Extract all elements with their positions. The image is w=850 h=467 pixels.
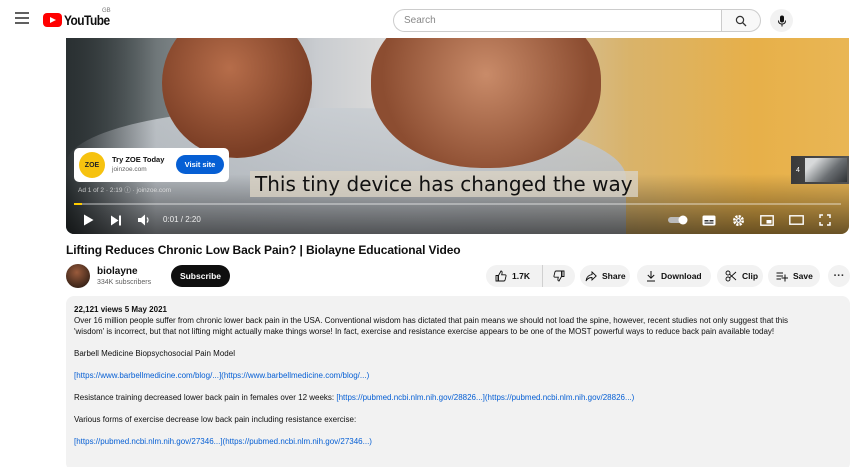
description-link-3: [https://pubmed.ncbi.nlm.nih.gov/27346..…: [74, 436, 842, 447]
download-icon: [647, 271, 655, 282]
next-button[interactable]: [108, 212, 124, 228]
pubmed-link-28826[interactable]: [https://pubmed.ncbi.nlm.nih.gov/28826..…: [336, 393, 634, 402]
ad-text: Try ZOE Today joinzoe.com: [112, 155, 164, 175]
search-button[interactable]: [721, 9, 761, 32]
like-count: 1.7K: [512, 271, 530, 281]
visit-site-button[interactable]: Visit site: [176, 155, 224, 174]
ad-info[interactable]: Ad 1 of 2 · 2:19 ⓘ · joinzoe.com: [78, 184, 171, 194]
save-label: Save: [793, 271, 813, 281]
skip-countdown: 4: [796, 166, 800, 174]
region-code: GB: [102, 8, 111, 14]
barbell-medicine-link[interactable]: [https://www.barbellmedicine.com/blog/..…: [74, 371, 369, 380]
hamburger-menu-icon[interactable]: [15, 12, 29, 24]
search-input[interactable]: [393, 9, 721, 32]
miniplayer-button[interactable]: [758, 212, 776, 228]
gear-icon: [732, 214, 744, 226]
progress-bar[interactable]: [74, 203, 841, 205]
theater-mode-icon: [788, 215, 804, 225]
download-label: Download: [661, 271, 702, 281]
like-button[interactable]: 1.7K: [486, 265, 543, 287]
description-item-2-text: Resistance training decreased lower back…: [74, 393, 337, 402]
fullscreen-button[interactable]: [816, 212, 834, 228]
save-button[interactable]: Save: [768, 265, 820, 287]
scissors-icon: [725, 270, 737, 282]
subtitles-icon: [702, 215, 716, 225]
share-label: Share: [602, 271, 626, 281]
next-video-thumbnail: [804, 158, 847, 182]
play-icon: [83, 214, 93, 226]
logo-text: YouTube: [64, 12, 110, 28]
search-bar: [393, 9, 761, 32]
description-text-2: 'wisdom' is incorrect, but that not lift…: [74, 327, 775, 336]
video-player[interactable]: ZOE Try ZOE Today joinzoe.com Visit site…: [66, 38, 849, 234]
playlist-add-icon: [776, 272, 788, 281]
autoplay-toggle[interactable]: [666, 212, 690, 228]
player-controls: 0:01 / 2:20: [66, 209, 849, 231]
description-link-1: [https://www.barbellmedicine.com/blog/..…: [74, 370, 842, 381]
thumbs-up-icon: [495, 270, 507, 282]
ad-domain: joinzoe.com: [112, 166, 147, 173]
clip-label: Clip: [742, 271, 759, 281]
play-button[interactable]: [80, 212, 96, 228]
share-icon: [585, 270, 597, 281]
microphone-icon: [777, 15, 786, 26]
download-button[interactable]: Download: [637, 265, 711, 287]
clip-button[interactable]: Clip: [717, 265, 763, 287]
description-heading-3: Various forms of exercise decrease low b…: [74, 415, 357, 424]
pubmed-link-27346[interactable]: [https://pubmed.ncbi.nlm.nih.gov/27346..…: [74, 437, 372, 446]
description-heading-1: Barbell Medicine Biopsychosocial Pain Mo…: [74, 349, 235, 358]
miniplayer-icon: [760, 214, 774, 226]
autoplay-toggle-icon: [668, 215, 688, 225]
play-logo-icon: [43, 13, 62, 27]
subscriber-count: 334K subscribers: [97, 279, 152, 286]
skip-next-icon: [111, 215, 121, 225]
youtube-watch-page: YouTube GB ZOE: [0, 0, 850, 467]
view-count-date: 22,121 views 5 May 2021: [74, 305, 167, 314]
ad-title: Try ZOE Today: [112, 155, 165, 164]
voice-search-button[interactable]: [770, 9, 793, 32]
volume-icon: [138, 214, 149, 226]
advertiser-logo: ZOE: [79, 152, 105, 178]
like-dislike-group: 1.7K: [486, 265, 575, 287]
subtitles-button[interactable]: [700, 212, 718, 228]
more-actions-button[interactable]: ···: [828, 265, 850, 287]
youtube-logo[interactable]: YouTube: [43, 12, 118, 28]
progress-fill: [74, 203, 82, 205]
description-box[interactable]: 22,121 views 5 May 2021 Over 16 million …: [66, 296, 850, 467]
video-title: Lifting Reduces Chronic Low Back Pain? |…: [66, 243, 461, 257]
settings-button[interactable]: [729, 212, 747, 228]
share-button[interactable]: Share: [580, 265, 630, 287]
description-text-1: Over 16 million people suffer from chron…: [74, 316, 789, 325]
ad-card[interactable]: ZOE Try ZOE Today joinzoe.com Visit site: [74, 148, 229, 182]
theater-mode-button[interactable]: [787, 212, 805, 228]
thumbs-down-icon: [553, 270, 565, 282]
ad-skip-preview[interactable]: 4: [791, 156, 849, 184]
top-bar: YouTube GB: [0, 0, 850, 40]
fullscreen-icon: [819, 214, 831, 226]
channel-avatar[interactable]: [66, 264, 90, 288]
subscribe-button[interactable]: Subscribe: [171, 265, 230, 287]
dislike-button[interactable]: [543, 265, 575, 287]
description-item-2: Resistance training decreased lower back…: [74, 392, 842, 403]
search-icon: [735, 15, 747, 26]
channel-name[interactable]: biolayne: [97, 266, 138, 277]
time-display: 0:01 / 2:20: [163, 215, 201, 224]
closed-caption: This tiny device has changed the way: [250, 171, 638, 197]
volume-button[interactable]: [136, 212, 152, 228]
